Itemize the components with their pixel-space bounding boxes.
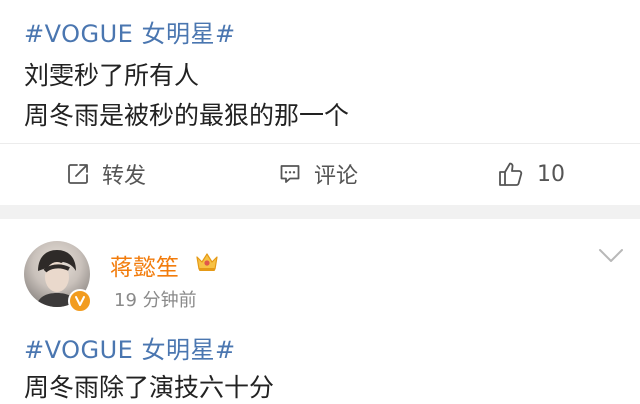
username[interactable]: 蒋懿笙 (110, 248, 179, 282)
post-text-line-1: 周冬雨除了演技六十分 (24, 373, 275, 402)
feed-separator (0, 205, 640, 219)
post-time: 19 分钟前 (114, 290, 197, 311)
share-icon (68, 164, 88, 184)
post-card-1: #VOGUE 女明星# 刘雯秒了所有人 周冬雨是被秒的最狠的那一个 转发 评论 (0, 0, 640, 205)
post-text-line-2: 周冬雨是被秒的最狠的那一个 (24, 101, 350, 130)
comment-icon (280, 165, 300, 183)
comment-label: 评论 (314, 164, 359, 189)
comment-button[interactable]: 评论 (278, 158, 358, 190)
post-hashtag[interactable]: #VOGUE 女明星# (24, 14, 236, 49)
post-text-line-1: 刘雯秒了所有人 (24, 61, 200, 90)
like-button[interactable]: 10 (497, 158, 565, 190)
chevron-down-icon[interactable] (598, 248, 624, 264)
repost-label: 转发 (102, 164, 147, 189)
post-action-bar: 转发 评论 10 (0, 143, 640, 204)
like-icon (499, 162, 523, 186)
post-hashtag[interactable]: #VOGUE 女明星# (24, 330, 236, 365)
crown-icon (196, 253, 218, 271)
repost-button[interactable]: 转发 (66, 158, 146, 190)
verified-icon (68, 289, 92, 313)
like-count: 10 (537, 161, 565, 187)
post-card-2: 蒋懿笙 19 分钟前 #VOGUE 女明星# 周冬雨除了演技六十分 (0, 219, 640, 402)
